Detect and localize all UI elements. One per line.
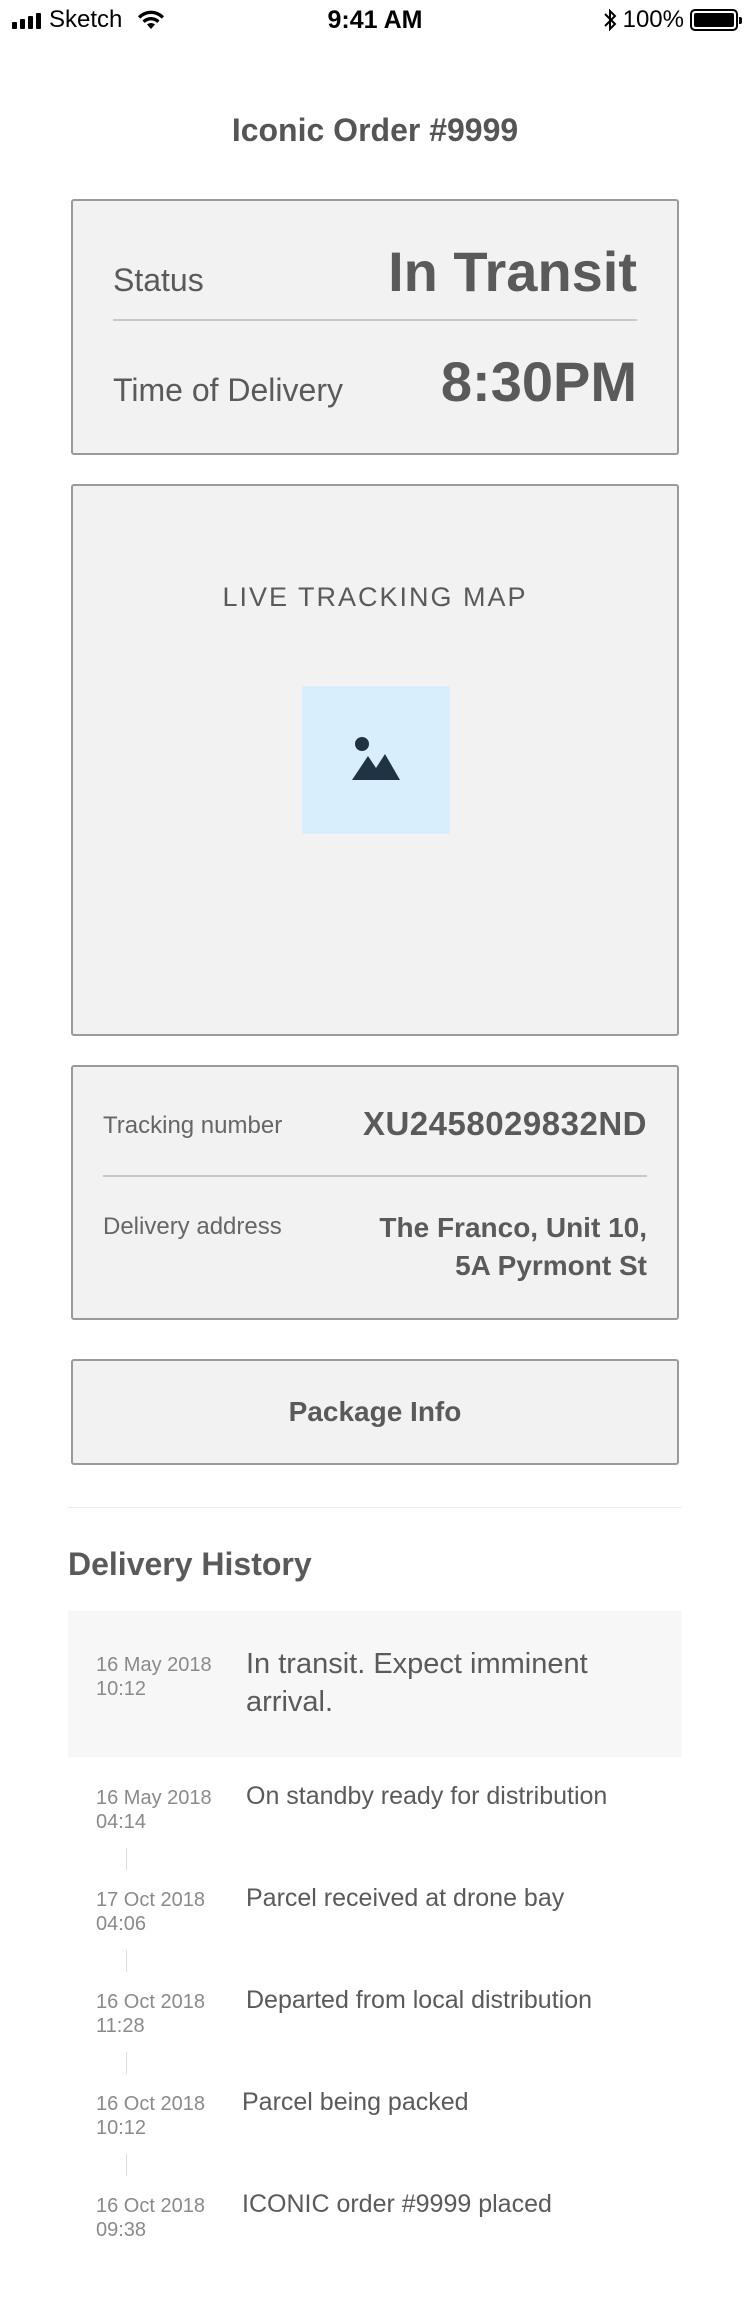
battery-percentage: 100% [622,6,684,33]
timeline-connector [126,1950,127,1972]
history-date: 16 Oct 2018 11:28 [96,1990,205,2038]
delivery-address-label: Delivery address [103,1213,282,1240]
image-placeholder-icon [352,737,400,780]
live-tracking-map[interactable]: LIVE TRACKING MAP [71,484,679,1036]
delivery-time-row: Time of Delivery 8:30PM [113,349,637,414]
battery-icon [690,9,742,31]
section-divider [68,1507,682,1508]
tracking-number-row: Tracking number XU2458029832ND [103,1105,647,1143]
history-date-time: 10:12 [96,1678,147,1700]
history-text: Parcel being packed [242,2088,469,2116]
status-bar: Sketch 9:41 AM 100% [0,0,750,40]
delivery-history-title: Delivery History [68,1546,312,1582]
history-date-time: 04:06 [96,1913,147,1935]
history-date-day: 16 Oct 2018 [96,2093,205,2115]
divider [113,319,637,321]
delivery-time-value: 8:30PM [440,350,637,413]
package-info-button[interactable]: Package Info [71,1359,679,1465]
tracking-number-value: XU2458029832ND [362,1105,647,1142]
history-date: 17 Oct 2018 04:06 [96,1888,205,1936]
timeline-connector [126,2154,127,2176]
delivery-address-value: The Franco, Unit 10, 5A Pyrmont St [379,1209,647,1285]
status-card: Status In Transit Time of Delivery 8:30P… [71,199,679,455]
timeline-connector [126,2052,127,2074]
map-placeholder [302,686,450,834]
history-text: Parcel received at drone bay [246,1884,565,1912]
tracking-card: Tracking number XU2458029832ND Delivery … [71,1065,679,1320]
address-line-1: The Franco, Unit 10, [379,1212,647,1243]
history-date-time: 10:12 [96,2117,147,2139]
history-date-day: 16 Oct 2018 [96,2195,205,2217]
address-line-2: 5A Pyrmont St [455,1250,647,1281]
history-date-day: 16 Oct 2018 [96,1991,205,2013]
history-date-time: 11:28 [96,2015,145,2037]
history-text-line: In transit. Expect imminent [246,1648,588,1680]
history-date: 16 Oct 2018 10:12 [96,2092,205,2140]
history-date: 16 Oct 2018 09:38 [96,2194,205,2242]
bluetooth-icon [603,8,617,32]
status-row: Status In Transit [113,239,637,304]
history-date-time: 09:38 [96,2219,147,2241]
divider [103,1175,647,1177]
tracking-number-label: Tracking number [103,1112,283,1139]
history-text-line: arrival. [246,1686,334,1718]
delivery-address-row: Delivery address The Franco, Unit 10, 5A… [103,1209,647,1285]
timeline-connector [126,1848,127,1870]
order-tracking-screen: Sketch 9:41 AM 100% Iconic Order #9999 S… [0,0,750,2314]
status-label: Status [113,262,204,298]
history-date: 16 May 2018 04:14 [96,1786,212,1834]
history-date-day: 17 Oct 2018 [96,1889,205,1911]
history-text: In transit. Expect imminent arrival. [246,1645,588,1721]
history-text: On standby ready for distribution [246,1782,608,1810]
history-date-time: 04:14 [96,1811,147,1833]
status-value: In Transit [388,240,637,303]
history-date: 16 May 2018 10:12 [96,1653,212,1701]
delivery-time-label: Time of Delivery [113,372,343,408]
history-date-day: 16 May 2018 [96,1654,212,1676]
page-title: Iconic Order #9999 [231,112,519,148]
history-text: Departed from local distribution [246,1986,592,2014]
status-bar-right: 100% [603,6,742,34]
history-text: ICONIC order #9999 placed [242,2190,552,2218]
map-heading: LIVE TRACKING MAP [222,582,528,612]
history-date-day: 16 May 2018 [96,1787,212,1809]
